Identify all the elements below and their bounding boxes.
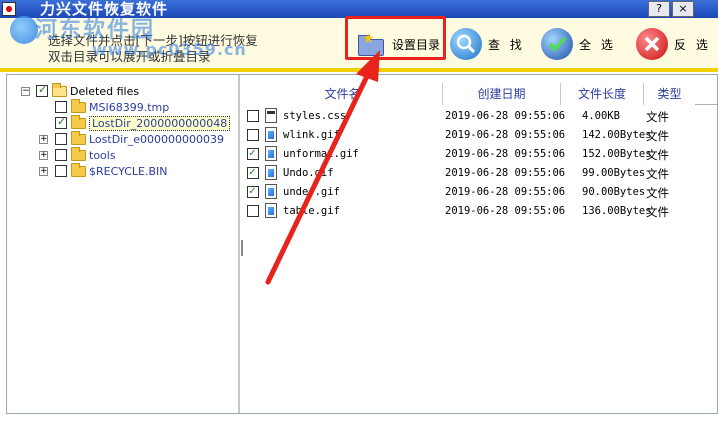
- file-date: 2019-06-28 09:55:06: [445, 186, 566, 198]
- file-size: 136.00Bytes: [582, 205, 652, 217]
- file-type: 文件: [646, 110, 669, 124]
- file-checkbox[interactable]: [247, 205, 259, 217]
- folder-icon: [71, 114, 86, 129]
- file-type: 文件: [646, 167, 669, 181]
- help-button[interactable]: ?: [648, 1, 670, 17]
- file-name: styles.css: [283, 110, 347, 122]
- file-type: 文件: [646, 129, 669, 143]
- tree-item[interactable]: + tools: [39, 146, 116, 163]
- tree-root[interactable]: − Deleted files: [21, 82, 140, 99]
- file-checkbox[interactable]: [247, 184, 259, 198]
- file-row[interactable]: styles.css 2019-06-28 09:55:06 4.00KB 文件: [243, 107, 717, 125]
- image-file-icon: [265, 184, 277, 199]
- file-date: 2019-06-28 09:55:06: [445, 129, 566, 141]
- image-file-icon: [265, 146, 277, 161]
- file-size: 142.00Bytes: [582, 129, 652, 141]
- watermark-logo-icon: [10, 16, 38, 44]
- column-header-type[interactable]: 类型: [643, 83, 695, 105]
- tree-item-checkbox[interactable]: [55, 133, 67, 145]
- tree-item-label: $RECYCLE.BIN: [89, 164, 168, 178]
- tree-item[interactable]: + $RECYCLE.BIN: [39, 162, 168, 179]
- file-size: 99.00Bytes: [582, 167, 646, 179]
- file-date: 2019-06-28 09:55:06: [445, 148, 566, 160]
- file-date: 2019-06-28 09:55:06: [445, 167, 566, 179]
- app-icon[interactable]: [2, 2, 16, 16]
- file-checkbox[interactable]: [247, 110, 259, 122]
- folder-tree-panel: − Deleted files MSI68399.tmp LostDir_200…: [7, 75, 240, 413]
- file-type: 文件: [646, 148, 669, 162]
- folder-icon: [71, 98, 86, 113]
- folder-icon: [71, 146, 86, 161]
- file-size: 4.00KB: [582, 110, 620, 122]
- expand-icon[interactable]: +: [39, 166, 48, 176]
- main-panel: − Deleted files MSI68399.tmp LostDir_200…: [6, 74, 718, 414]
- globe-check-icon: [541, 28, 573, 60]
- tree-root-label: Deleted files: [70, 84, 140, 98]
- column-header-date[interactable]: 创建日期: [442, 83, 560, 105]
- tree-item-checkbox[interactable]: [55, 101, 67, 113]
- folder-icon: [71, 162, 86, 177]
- tree-item-label: MSI68399.tmp: [89, 100, 170, 114]
- file-row[interactable]: table.gif 2019-06-28 09:55:06 136.00Bytes 文…: [243, 202, 717, 220]
- file-size: 152.00Bytes: [582, 148, 652, 160]
- image-file-icon: [265, 165, 277, 180]
- folder-open-icon: [52, 82, 67, 97]
- file-date: 2019-06-28 09:55:06: [445, 110, 566, 122]
- file-date: 2019-06-28 09:55:06: [445, 205, 566, 217]
- file-list-panel: 文件名 创建日期 文件长度 类型 styles.css 2019-06-28 09…: [243, 75, 717, 413]
- file-name: unformat.gif: [283, 148, 359, 160]
- file-row[interactable]: wlink.gif 2019-06-28 09:55:06 142.00Bytes 文…: [243, 126, 717, 144]
- tree-item[interactable]: LostDir_2000000000048: [55, 114, 231, 131]
- close-button[interactable]: ×: [672, 1, 694, 17]
- watermark-url: www.pc0359.cn: [92, 40, 247, 59]
- file-name: wlink.gif: [283, 129, 340, 141]
- select-all-label: 全 选: [579, 37, 616, 52]
- magnifier-icon: [450, 28, 482, 60]
- file-row[interactable]: unformat.gif 2019-06-28 09:55:06 152.00Byt…: [243, 145, 717, 163]
- expand-icon[interactable]: +: [39, 134, 48, 144]
- highlight-frame: [345, 16, 446, 60]
- file-size: 90.00Bytes: [582, 186, 646, 198]
- expand-icon[interactable]: +: [39, 150, 48, 160]
- tree-item-checkbox[interactable]: [55, 149, 67, 161]
- file-row[interactable]: Undo.gif 2019-06-28 09:55:06 99.00Bytes文件: [243, 164, 717, 182]
- file-row[interactable]: under.gif 2019-06-28 09:55:06 90.00Bytes文件: [243, 183, 717, 201]
- column-header-size[interactable]: 文件长度: [560, 83, 643, 105]
- header-separator: [0, 68, 718, 72]
- image-file-icon: [265, 127, 277, 142]
- image-file-icon: [265, 203, 277, 218]
- file-name: under.gif: [283, 186, 340, 198]
- tree-item[interactable]: MSI68399.tmp: [55, 98, 170, 115]
- file-type: 文件: [646, 186, 669, 200]
- select-all-button[interactable]: 全 选: [541, 24, 616, 64]
- find-label: 查 找: [488, 37, 525, 52]
- tree-item-label: LostDir_e000000000039: [89, 132, 225, 146]
- find-button[interactable]: 查 找: [450, 24, 525, 64]
- red-x-icon: [636, 28, 668, 60]
- file-name: Undo.gif: [283, 167, 334, 179]
- file-checkbox[interactable]: [247, 129, 259, 141]
- tree-item-checkbox[interactable]: [55, 115, 67, 129]
- file-checkbox[interactable]: [247, 165, 259, 179]
- invert-selection-button[interactable]: 反 选: [636, 24, 711, 64]
- tree-root-checkbox[interactable]: [36, 83, 48, 97]
- file-list-header: 文件名 创建日期 文件长度 类型: [243, 83, 717, 105]
- collapse-icon[interactable]: −: [21, 86, 30, 96]
- tree-item-checkbox[interactable]: [55, 165, 67, 177]
- file-name: table.gif: [283, 205, 340, 217]
- css-file-icon: [265, 108, 277, 123]
- file-type: 文件: [646, 205, 669, 219]
- file-checkbox[interactable]: [247, 146, 259, 160]
- tree-item-label: LostDir_2000000000048: [89, 115, 231, 131]
- column-header-name[interactable]: 文件名: [243, 83, 442, 105]
- invert-selection-label: 反 选: [674, 37, 711, 52]
- tree-item-label: tools: [89, 148, 116, 162]
- folder-icon: [71, 130, 86, 145]
- tree-item[interactable]: + LostDir_e000000000039: [39, 130, 225, 147]
